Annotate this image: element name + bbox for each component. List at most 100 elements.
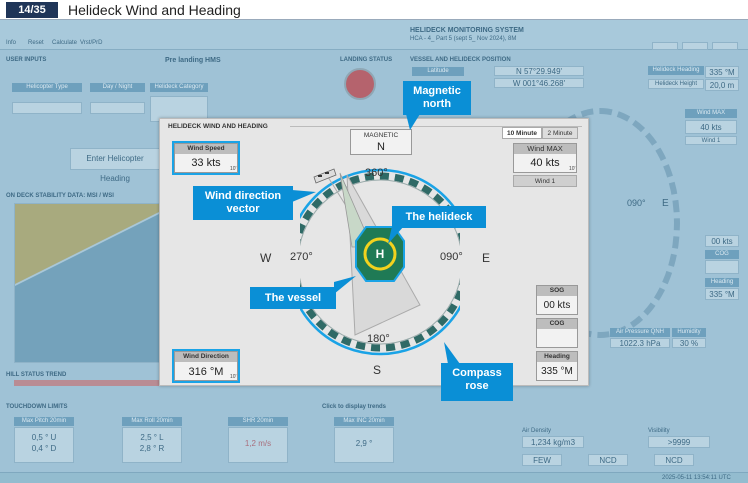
callout-wind-direction-vector: Wind direction vector — [193, 186, 293, 220]
bg-btn-2[interactable] — [682, 42, 708, 50]
enter-heading-button[interactable]: Enter Helicopter Heading — [70, 148, 160, 183]
helicopter-type-label: Helicopter Type — [12, 83, 82, 92]
helideck-wind-heading-panel: HELIDECK WIND AND HEADING 10 Minute 2 Mi… — [159, 118, 589, 386]
bg-heading-label: Heading — [705, 278, 739, 287]
wind-direction-period: 10' — [230, 374, 237, 380]
pitch-down: 0,4 ° D — [31, 444, 57, 453]
toolbar-vrst[interactable]: Vrst/PrD — [80, 40, 102, 46]
wind-speed-box: Wind Speed 33 kts 10' — [172, 141, 240, 175]
pre-landing-heading: Pre landing HMS — [165, 57, 221, 64]
air-pressure-value: 1022.3 hPa — [610, 338, 670, 348]
max-pitch-values: 0,5 ° U 0,4 ° D — [14, 427, 74, 463]
max-inc-label: Max INC 20min — [334, 417, 394, 426]
callout-the-helideck: The helideck — [392, 206, 486, 228]
heading-box: Heading 335 °M — [536, 351, 578, 381]
user-inputs-heading: USER INPUTS — [6, 57, 47, 63]
vessel-position-heading: VESSEL AND HELIDECK POSITION — [410, 57, 511, 63]
bg-wind-max-value: 40 kts — [685, 120, 737, 134]
sog-value: 00 kts — [543, 300, 571, 311]
helideck-heading-value: 335 °M — [705, 66, 739, 78]
wind-direction-value: 316 °M — [188, 366, 224, 378]
wind1-button[interactable]: Wind 1 — [513, 175, 577, 187]
bg-btn-3[interactable] — [712, 42, 738, 50]
visibility-label: Visibility — [648, 428, 670, 434]
south-label: S — [373, 363, 382, 377]
pitch-up: 0,5 ° U — [31, 433, 57, 442]
air-density-label: Air Density — [522, 428, 552, 434]
humidity-label: Humidity — [672, 328, 706, 337]
max-inc-value: 2,9 ° — [334, 427, 394, 463]
deg-360-label: 360° — [365, 167, 388, 179]
wind-speed-period: 10' — [230, 166, 237, 172]
helicopter-type-select[interactable] — [12, 102, 82, 114]
cloud-layer-2: NCD — [588, 454, 628, 466]
wind-max-period: 10' — [569, 166, 576, 172]
deg-270-text: 270° — [290, 251, 313, 263]
callout-magnetic-north-pointer — [406, 114, 420, 130]
toolbar-info[interactable]: Info — [6, 40, 16, 46]
on-deck-heading: ON DECK STABILITY DATA: MSI / WSI — [6, 193, 114, 199]
max-roll-values: 2,5 ° L 2,8 ° R — [122, 427, 182, 463]
air-density-value: 1,234 kg/m3 — [522, 436, 584, 448]
callout-vessel-pointer — [334, 276, 356, 294]
helipad-letter: H — [375, 247, 385, 261]
day-night-select[interactable] — [90, 102, 145, 114]
tab-2-minute[interactable]: 2 Minute — [542, 127, 578, 139]
wind-speed-label: Wind Speed — [175, 144, 237, 154]
cloud-layer-1: FEW — [522, 454, 562, 466]
callout-compass-pointer — [444, 342, 460, 364]
shr-label: SHR 20min — [228, 417, 288, 426]
latitude-label: Latitude — [412, 67, 464, 76]
panel-title: HELIDECK WIND AND HEADING — [168, 123, 268, 130]
slide-number: 14/35 — [6, 2, 58, 18]
slide-title: Helideck Wind and Heading — [68, 2, 241, 18]
landing-status-light — [344, 68, 376, 100]
wind-max-label: Wind MAX — [514, 144, 576, 154]
callout-wind-pointer — [292, 190, 316, 202]
helideck-category-label: Helideck Category — [150, 83, 208, 92]
system-title: HELIDECK MONITORING SYSTEM — [410, 27, 524, 34]
sog-box: SOG 00 kts — [536, 285, 578, 315]
magnetic-north-box: MAGNETIC N — [350, 129, 412, 155]
humidity-value: 30 % — [672, 338, 706, 348]
magnetic-label: MAGNETIC — [363, 132, 399, 139]
magnetic-direction: N — [377, 141, 385, 153]
bg-wind-max-label: Wind MAX — [685, 109, 737, 118]
helideck-heading-label: Helideck Heading — [648, 66, 704, 75]
tab-10-minute[interactable]: 10 Minute — [502, 127, 542, 139]
day-night-label: Day / Night — [90, 83, 145, 92]
heading-value: 335 °M — [541, 366, 573, 377]
cog-label: COG — [537, 319, 577, 329]
wind-direction-label: Wind Direction — [175, 352, 237, 362]
callout-magnetic-north: Magnetic north — [403, 81, 471, 115]
status-footer — [0, 472, 748, 483]
sog-label: SOG — [537, 286, 577, 296]
shr-value: 1,2 m/s — [228, 427, 288, 463]
wind-direction-box: Wind Direction 316 °M 10' — [172, 349, 240, 383]
toolbar-reset[interactable]: Reset — [28, 40, 44, 46]
west-label: W — [260, 251, 272, 265]
click-trends-link[interactable]: Click to display trends — [322, 404, 386, 410]
bg-btn-1[interactable] — [652, 42, 678, 50]
toolbar: Info Reset Calculate Vrst/PrD HELIDECK M… — [0, 20, 748, 50]
bg-heading-value: 335 °M — [705, 288, 739, 300]
hill-status-trend-heading: HILL STATUS TREND — [6, 372, 67, 378]
toolbar-calculate[interactable]: Calculate — [52, 40, 77, 46]
callout-helideck-pointer — [388, 226, 404, 244]
deg-090-text: 090° — [440, 251, 463, 263]
bg-wind1-button[interactable]: Wind 1 — [685, 136, 737, 145]
cog-box: COG — [536, 318, 578, 348]
deg-180-label: 180° — [367, 333, 390, 345]
touchdown-limits-heading: TOUCHDOWN LIMITS — [6, 404, 68, 410]
heading-label: Heading — [537, 352, 577, 362]
wind-max-value: 40 kts — [530, 157, 560, 169]
footer-timestamp: 2025-05-11 13:54:11 UTC — [662, 475, 731, 481]
landing-status-heading: LANDING STATUS — [340, 57, 393, 63]
air-pressure-label: Air Pressure QNH — [610, 328, 670, 337]
deg-180-text: 180° — [367, 333, 390, 345]
callout-compass-rose: Compass rose — [441, 363, 513, 401]
deg-270-label: 270° — [290, 251, 313, 263]
roll-right: 2,8 ° R — [139, 444, 165, 453]
helideck-height-value: 20,0 m — [705, 79, 739, 91]
roll-left: 2,5 ° L — [140, 433, 164, 442]
